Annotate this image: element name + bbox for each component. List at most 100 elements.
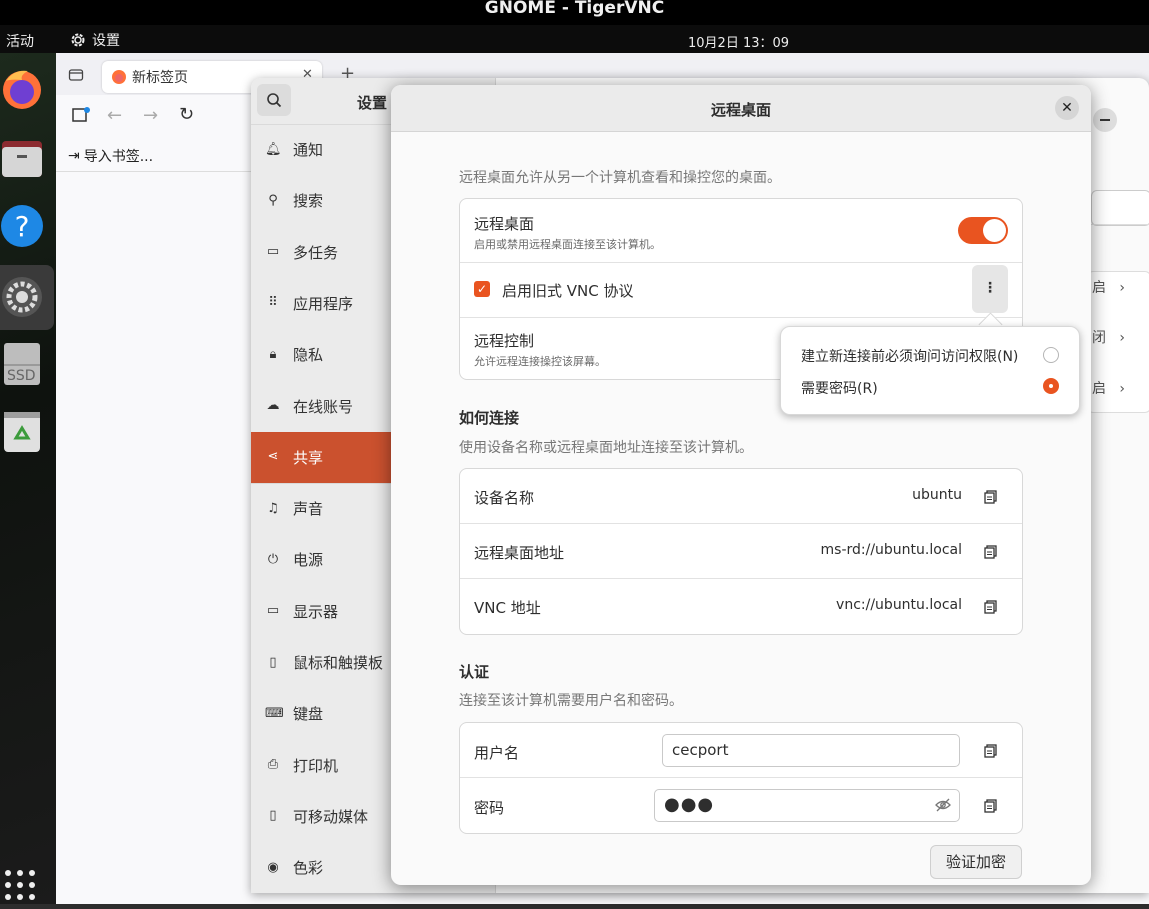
dialog-header: 远程桌面 ✕ [391,85,1091,132]
sidebar-item-label: 显示器 [293,602,339,621]
password-label: 密码 [474,799,505,817]
require-password-radio[interactable] [1043,378,1059,394]
right-panel-list: 启 › 闭 › 启 › [1087,271,1149,413]
sidebar-item-label: 搜索 [293,192,324,211]
keyboard-icon: ⌨ [265,705,284,721]
window-minimize-button[interactable] [1093,108,1117,132]
right-row-1[interactable]: 闭 › [1092,327,1125,347]
tab-overview-icon[interactable] [68,67,84,83]
right-panel-entry[interactable] [1091,190,1149,226]
lock-icon: 🔒︎ [269,346,277,362]
forward-icon[interactable]: → [143,105,158,126]
app-menu[interactable]: 设置 [70,30,120,50]
import-bookmarks-label: 导入书签... [83,149,154,165]
row-divider [460,262,1022,263]
sidebar-item-label: 可移动媒体 [293,807,369,826]
remote-desktop-address-value: ms-rd://ubuntu.local [820,542,962,558]
multitasking-icon: ▭ [266,244,280,260]
reload-icon[interactable]: ↻ [179,104,194,125]
dock-item-files[interactable] [0,135,46,181]
gnome-top-bar: 活动 设置 10月2日 13：09 [0,25,1149,53]
username-value: cecport [672,741,729,759]
sidebar-item-label: 色彩 [293,859,324,878]
clock[interactable]: 10月2日 13：09 [688,32,789,51]
legacy-vnc-checkbox[interactable]: ✓ [474,281,490,297]
search-button[interactable] [257,84,291,116]
firefox-icon [3,70,41,109]
music-note-icon: ♫ [267,500,279,516]
device-name-value: ubuntu [912,487,962,503]
auth-desc: 连接至该计算机需要用户名和密码。 [459,693,683,709]
remote-control-subtitle: 允许远程连接操控该屏幕。 [474,355,606,368]
bell-icon: 🔔︎ [265,141,282,157]
dock-item-settings[interactable] [0,265,54,330]
sidebar-item-label: 通知 [293,141,324,159]
import-bookmarks-link[interactable]: ⇥ 导入书签... [68,146,153,166]
copy-icon[interactable] [984,545,998,559]
row-divider [460,317,1022,318]
trash-icon [4,412,40,452]
firefox-tab-icon [112,70,126,84]
remote-desktop-title: 远程桌面 [474,215,535,233]
remote-control-title: 远程控制 [474,332,535,350]
hidden-eye-icon[interactable] [935,798,951,812]
mouse-icon: ▯ [269,654,277,670]
copy-icon[interactable] [984,600,998,614]
sidebar-item-label: 电源 [293,551,324,570]
display-icon: ▭ [266,603,280,619]
username-label: 用户名 [474,744,520,762]
close-icon[interactable]: ✕ [1055,96,1079,120]
sidebar-item-label: 在线账号 [293,397,354,416]
copy-icon[interactable] [984,744,998,758]
toggle-knob [983,219,1006,242]
printer-icon: ⎙ [267,757,279,773]
search-icon [267,93,282,108]
dock-item-firefox[interactable] [0,65,46,111]
sidebar-item-label: 键盘 [293,705,324,724]
dock-item-help[interactable]: ? [0,203,46,249]
vnc-title: GNOME - TigerVNC [484,0,665,18]
password-field[interactable]: ●●● [654,789,960,822]
apps-grid-icon: ⠿ [268,295,278,311]
username-field[interactable]: cecport [662,734,960,767]
dialog-title: 远程桌面 [710,101,771,119]
ask-access-radio[interactable] [1043,347,1059,363]
removable-media-icon: ▯ [269,808,277,824]
vnc-auth-popover: 建立新连接前必须询问访问权限(N) 需要密码(R) [780,326,1080,415]
sidebar-item-label: 应用程序 [293,294,354,313]
settings-icon [2,277,42,317]
activities-button[interactable]: 活动 [6,31,34,51]
remote-desktop-toggle[interactable] [958,217,1008,244]
back-icon[interactable]: ← [107,105,122,126]
remote-desktop-address-label: 远程桌面地址 [474,544,565,562]
auth-card: 用户名 cecport 密码 ●●● [459,722,1023,834]
right-row-2[interactable]: 启 › [1092,378,1125,398]
share-icon: ⋖ [267,449,279,465]
browser-tab-title: 新标签页 [132,70,188,86]
verify-encryption-button[interactable]: 验证加密 [930,845,1022,879]
legacy-vnc-label: 启用旧式 VNC 协议 [502,282,634,300]
dock-item-trash[interactable] [0,408,46,454]
dock-item-ssd[interactable]: SSD [0,340,46,386]
copy-icon[interactable] [984,799,998,813]
row-divider [460,523,1022,524]
password-value: ●●● [664,794,715,815]
copy-icon[interactable] [984,490,998,504]
sidebar-item-label: 多任务 [293,243,339,262]
dock: ? SSD [0,53,56,904]
ask-access-option[interactable]: 建立新连接前必须询问访问权限(N) [801,346,1018,366]
how-to-connect-heading: 如何连接 [459,409,520,427]
how-to-connect-desc: 使用设备名称或远程桌面地址连接至该计算机。 [459,440,753,456]
ssd-label: SSD [7,368,36,384]
vnc-options-button[interactable]: ⋮ [972,265,1008,313]
app-menu-label: 设置 [92,33,120,49]
dock-item-app-grid[interactable] [2,865,42,905]
search-icon: ⚲ [268,192,278,208]
right-row-0[interactable]: 启 › [1092,277,1125,297]
sidebar-item-label: 鼠标和触摸板 [293,654,384,672]
require-password-option[interactable]: 需要密码(R) [801,378,878,398]
sidebar-item-label: 打印机 [293,756,339,775]
files-icon [2,141,42,177]
sidebar-toggle-icon[interactable] [72,107,90,127]
row-divider [460,578,1022,579]
